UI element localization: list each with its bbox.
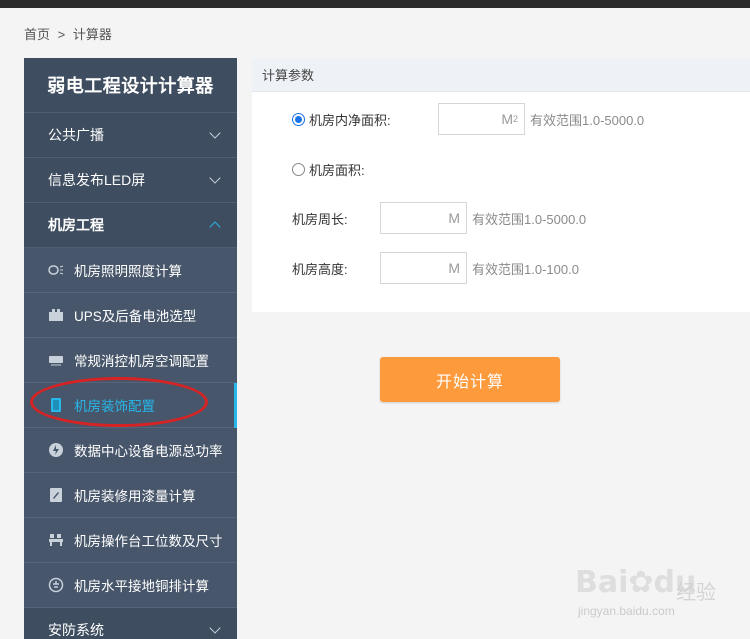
- breadcrumb: 首页 > 计算器: [24, 24, 112, 43]
- sidebar-group-machine-room[interactable]: 机房工程: [24, 203, 237, 248]
- breadcrumb-home[interactable]: 首页: [24, 24, 50, 43]
- top-bar: [0, 0, 750, 8]
- sidebar-item-paint[interactable]: 机房装修用漆量计算: [24, 473, 237, 518]
- height-unit: M: [448, 260, 460, 276]
- light-icon: [48, 263, 64, 277]
- sidebar-item-label: 数据中心设备电源总功率: [74, 444, 223, 459]
- chevron-up-icon: [209, 221, 221, 233]
- perimeter-unit: M: [448, 210, 460, 226]
- battery-icon: [48, 308, 64, 322]
- sidebar-group-security[interactable]: 安防系统: [24, 608, 237, 639]
- net-area-radio[interactable]: [292, 112, 305, 126]
- sidebar-item-ups[interactable]: UPS及后备电池选型: [24, 293, 237, 338]
- sidebar-item-label: UPS及后备电池选型: [74, 309, 197, 324]
- chevron-down-icon: [209, 172, 221, 184]
- perimeter-row: 机房周长: M 有效范围1.0-5000.0: [292, 202, 586, 234]
- net-area-input[interactable]: M2: [438, 103, 525, 135]
- area-radio[interactable]: [292, 163, 305, 176]
- paw-icon: ✿: [628, 565, 654, 600]
- perimeter-input[interactable]: M: [380, 202, 467, 234]
- area-label: 机房面积:: [309, 163, 365, 178]
- aircon-icon: [48, 353, 64, 367]
- baidu-watermark-text: 经验: [676, 582, 716, 604]
- sidebar-group-public-broadcast[interactable]: 公共广播: [24, 113, 237, 158]
- params-panel: 计算参数 机房内净面积: M2 有效范围1.0-5000.0 机房面积: 机房周…: [252, 58, 750, 312]
- sidebar-item-label: 机房照明照度计算: [74, 264, 182, 279]
- baidu-watermark-url: jingyan.baidu.com: [578, 604, 675, 618]
- chevron-down-icon: [209, 622, 221, 634]
- sidebar-group-label: 安防系统: [48, 622, 104, 638]
- desk-icon: [48, 533, 64, 547]
- net-area-label: 机房内净面积:: [309, 112, 391, 128]
- height-label: 机房高度:: [292, 261, 348, 277]
- ground-icon: [48, 577, 64, 593]
- sidebar-item-label: 机房操作台工位数及尺寸: [74, 534, 223, 549]
- height-hint: 有效范围1.0-100.0: [472, 261, 579, 277]
- power-icon: [48, 443, 64, 457]
- sidebar-group-label: 机房工程: [48, 217, 104, 233]
- panel-header: 计算参数: [252, 58, 750, 92]
- sidebar-group-label: 公共广播: [48, 127, 104, 143]
- sidebar: 弱电工程设计计算器 公共广播 信息发布LED屏 机房工程 机房照明照度计算 UP…: [24, 58, 237, 639]
- sidebar-item-power[interactable]: 数据中心设备电源总功率: [24, 428, 237, 473]
- perimeter-hint: 有效范围1.0-5000.0: [472, 211, 587, 227]
- area-row: 机房面积:: [292, 160, 365, 179]
- highlight-ellipse: [30, 377, 208, 427]
- sidebar-group-led-screen[interactable]: 信息发布LED屏: [24, 158, 237, 203]
- sidebar-item-label: 机房装修用漆量计算: [74, 489, 196, 504]
- sidebar-item-label: 常规消控机房空调配置: [74, 354, 209, 369]
- sidebar-group-label: 信息发布LED屏: [48, 172, 146, 188]
- sidebar-item-ground[interactable]: 机房水平接地铜排计算: [24, 563, 237, 608]
- net-area-hint: 有效范围1.0-5000.0: [530, 112, 645, 128]
- sidebar-item-lighting[interactable]: 机房照明照度计算: [24, 248, 237, 293]
- sidebar-title: 弱电工程设计计算器: [24, 58, 237, 113]
- height-input[interactable]: M: [380, 252, 467, 284]
- breadcrumb-separator: >: [57, 27, 66, 42]
- breadcrumb-current: 计算器: [72, 27, 112, 42]
- sidebar-item-label: 机房水平接地铜排计算: [74, 579, 209, 594]
- paint-icon: [48, 488, 64, 502]
- chevron-down-icon: [209, 127, 221, 139]
- perimeter-label: 机房周长:: [292, 211, 348, 227]
- height-row: 机房高度: M 有效范围1.0-100.0: [292, 252, 579, 284]
- net-area-unit: M: [501, 111, 513, 127]
- net-area-unit-sup: 2: [512, 114, 518, 124]
- sidebar-item-desk[interactable]: 机房操作台工位数及尺寸: [24, 518, 237, 563]
- start-calculation-button[interactable]: 开始计算: [380, 357, 560, 402]
- net-area-row: 机房内净面积: M2 有效范围1.0-5000.0: [292, 103, 644, 135]
